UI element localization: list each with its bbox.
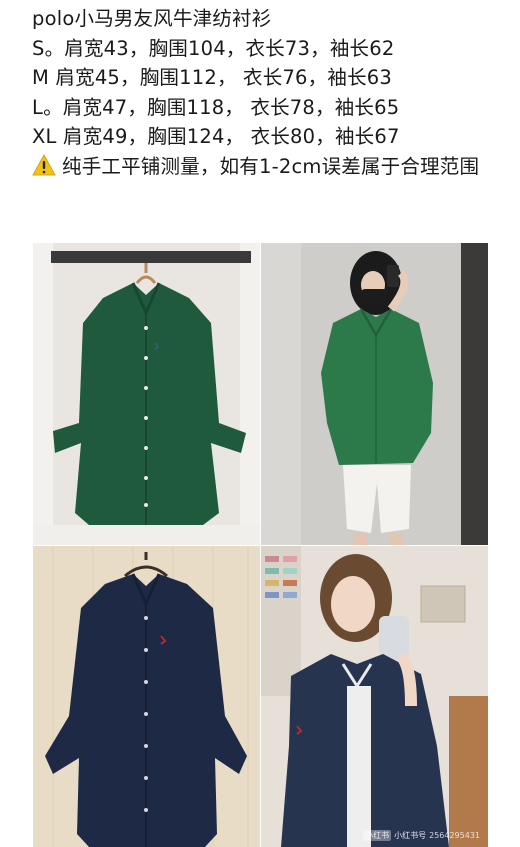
green-shirt-model-photo[interactable] — [261, 243, 488, 545]
size-row-s: S。肩宽43，胸围104，衣长73，袖长62 — [32, 36, 395, 60]
measurement-note-text: 纯手工平铺测量，如有1-2cm误差属于合理范围 — [62, 154, 480, 178]
watermark-id: 2564295431 — [429, 831, 480, 840]
watermark-label: 小红书号 — [394, 831, 427, 840]
size-row-m: M 肩宽45，胸围112， 衣长76，袖长63 — [32, 66, 392, 90]
warning-icon — [32, 153, 56, 176]
post-title: polo小马男友风牛津纺衬衫 — [32, 7, 272, 30]
navy-shirt-model-photo[interactable]: 小红书 小红书号 2564295431 — [261, 546, 488, 847]
image-grid: 小红书 小红书号 2564295431 — [33, 243, 488, 847]
size-row-xl: XL 肩宽49，胸围124， 衣长80，袖长67 — [32, 125, 400, 149]
green-shirt-hanger-photo[interactable] — [33, 243, 260, 545]
xiaohongshu-watermark: 小红书 小红书号 2564295431 — [363, 830, 480, 841]
navy-shirt-hanger-photo[interactable] — [33, 546, 260, 847]
measurement-note: 纯手工平铺测量，如有1-2cm误差属于合理范围 — [32, 152, 502, 182]
post-text: polo小马男友风牛津纺衬衫 S。肩宽43，胸围104，衣长73，袖长62 M … — [32, 4, 502, 182]
size-row-l: L。肩宽47，胸围118， 衣长78，袖长65 — [32, 95, 400, 119]
watermark-brand: 小红书 — [363, 830, 392, 841]
